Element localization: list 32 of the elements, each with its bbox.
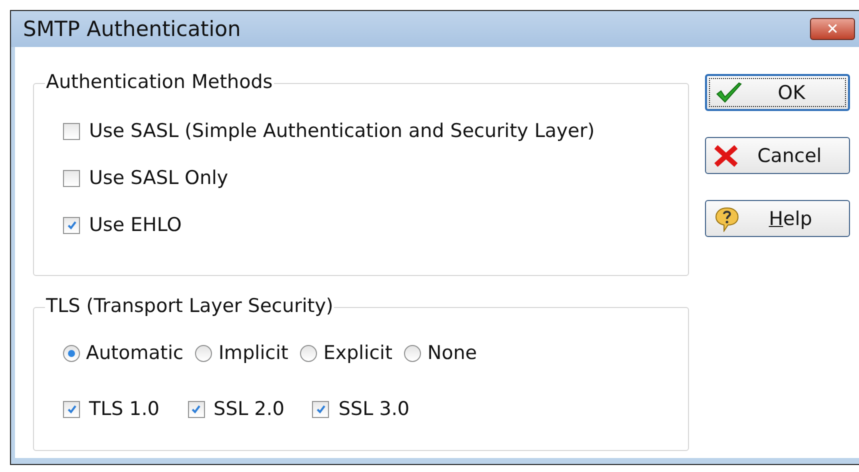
help-button[interactable]: Help [705,200,850,237]
question-bubble-icon [714,206,740,232]
checkbox[interactable] [63,216,80,234]
checkbox-label: Use SASL (Simple Authentication and Security Layer) [89,120,595,142]
checkmark-icon [314,403,327,415]
checkmark-icon [715,80,743,104]
checkbox[interactable] [63,170,80,186]
checkbox-label: TLS 1.0 [89,398,160,420]
radio-label: Implicit [218,342,288,364]
checkmark-icon [66,403,78,415]
cancel-button[interactable]: Cancel [705,137,850,174]
group-title: TLS (Transport Layer Security) [45,295,334,317]
radio-button[interactable] [300,344,318,362]
radio-label: Explicit [323,342,392,364]
radio-button[interactable] [195,344,212,362]
checkbox-label: Use SASL Only [89,167,228,189]
radio-button[interactable] [404,344,422,362]
checkbox[interactable] [63,122,80,140]
checkmark-icon [66,219,78,231]
window-title: SMTP Authentication [23,17,242,41]
ok-button[interactable]: OK [705,74,850,111]
radio-label: None [427,342,477,364]
checkbox[interactable] [63,400,80,418]
checkmark-icon [190,403,202,415]
checkbox-label: SSL 3.0 [338,398,410,420]
radio-label: Automatic [86,342,184,364]
checkbox[interactable] [188,400,205,418]
checkbox[interactable] [312,400,330,418]
close-icon [714,144,738,166]
checkbox-label: SSL 2.0 [214,398,284,420]
checkbox-label: Use EHLO [89,214,182,236]
radio-button[interactable] [63,344,80,362]
